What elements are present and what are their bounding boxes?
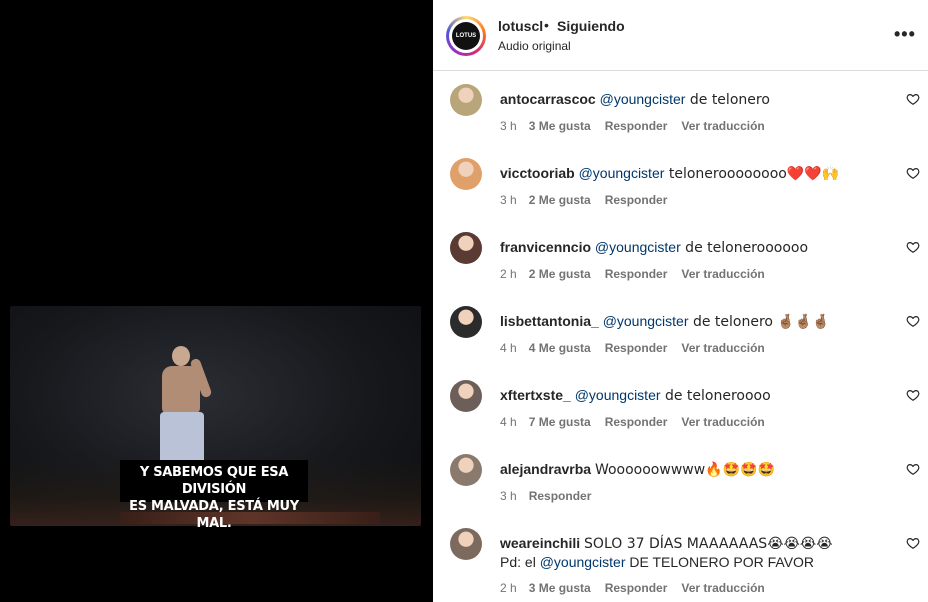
translate-button[interactable]: Ver traducción (681, 415, 764, 429)
profile-username[interactable]: lotuscl (498, 18, 543, 34)
video-pane[interactable]: Y SABEMOS QUE ESA DIVISIÓN ES MALVADA, E… (0, 0, 433, 602)
comment-item: alejandravrba Woooooowwww🔥🤩🤩🤩 3 h Respond… (433, 454, 928, 528)
comment-time: 4 h (500, 341, 517, 355)
translate-button[interactable]: Ver traducción (681, 341, 764, 355)
video-subtitle: Y SABEMOS QUE ESA DIVISIÓN ES MALVADA, E… (120, 460, 308, 531)
comment-body: SOLO 37 DÍAS MAAAAAAS😭😭😭😭 (584, 536, 833, 552)
comment-meta: 4 h 7 Me gusta Responder Ver traducción (500, 415, 765, 429)
reply-button[interactable]: Responder (529, 489, 592, 503)
heart-icon[interactable] (906, 388, 920, 402)
comment-body: Woooooowwww🔥🤩🤩🤩 (594, 462, 775, 478)
comment-likes[interactable]: 3 Me gusta (529, 581, 591, 595)
translate-button[interactable]: Ver traducción (681, 119, 764, 133)
commenter-avatar[interactable] (450, 306, 482, 338)
heart-icon[interactable] (906, 314, 920, 328)
comment-mention[interactable]: @youngcister (595, 239, 681, 255)
commenter-username[interactable]: antocarrascoc (500, 91, 596, 107)
comment-mention[interactable]: @youngcister (540, 554, 626, 570)
comment-text: vicctooriab @youngcister teloneroooooooo… (500, 164, 900, 183)
follow-status-button[interactable]: Siguiendo (557, 18, 625, 34)
commenter-username[interactable]: lisbettantonia_ (500, 313, 599, 329)
reply-button[interactable]: Responder (605, 581, 668, 595)
reply-button[interactable]: Responder (605, 193, 668, 207)
heart-icon[interactable] (906, 240, 920, 254)
comment-item: antocarrascoc @youngcister de telonero 3… (433, 84, 928, 158)
comment-body: de teloneroooo (660, 388, 771, 404)
comment-text: alejandravrba Woooooowwww🔥🤩🤩🤩 (500, 460, 900, 479)
comment-item: weareinchili SOLO 37 DÍAS MAAAAAAS😭😭😭😭 P… (433, 528, 928, 602)
comment-text: antocarrascoc @youngcister de telonero (500, 90, 900, 109)
commenter-username[interactable]: alejandravrba (500, 461, 591, 477)
comment-mention[interactable]: @youngcister (575, 387, 661, 403)
comment-body: teloneroooooooo❤️❤️🙌 (664, 166, 840, 182)
commenter-username[interactable]: weareinchili (500, 535, 580, 551)
comment-meta: 3 h 2 Me gusta Responder (500, 193, 681, 207)
comment-meta: 3 h Responder (500, 489, 605, 503)
profile-avatar[interactable]: LOTUS (446, 16, 486, 56)
commenter-avatar[interactable] (450, 232, 482, 264)
commenter-avatar[interactable] (450, 84, 482, 116)
comment-meta: 2 h 2 Me gusta Responder Ver traducción (500, 267, 765, 281)
comment-meta: 2 h 3 Me gusta Responder Ver traducción (500, 581, 765, 595)
comment-mention[interactable]: @youngcister (600, 91, 686, 107)
comment-time: 3 h (500, 193, 517, 207)
reply-button[interactable]: Responder (605, 267, 668, 281)
comment-mention[interactable]: @youngcister (579, 165, 665, 181)
comment-item: vicctooriab @youngcister teloneroooooooo… (433, 158, 928, 232)
heart-icon[interactable] (906, 92, 920, 106)
heart-icon[interactable] (906, 166, 920, 180)
comment-text: lisbettantonia_ @youngcister de telonero… (500, 312, 900, 331)
commenter-username[interactable]: franvicenncio (500, 239, 591, 255)
comment-time: 2 h (500, 581, 517, 595)
comment-time: 3 h (500, 119, 517, 133)
more-options-icon[interactable]: ••• (894, 24, 916, 45)
post-header: LOTUS lotuscl • Siguiendo Audio original… (433, 0, 928, 71)
comment-text: franvicenncio @youngcister de telonerooo… (500, 238, 900, 257)
comment-body: de telonero (685, 92, 770, 108)
heart-icon[interactable] (906, 536, 920, 550)
comment-item: franvicenncio @youngcister de telonerooo… (433, 232, 928, 306)
comment-body: de teloneroooooo (680, 240, 809, 256)
comment-body-continued: DE TELONERO POR FAVOR (625, 554, 815, 570)
translate-button[interactable]: Ver traducción (681, 581, 764, 595)
comment-time: 2 h (500, 267, 517, 281)
comment-item: xftertxste_ @youngcister de teloneroooo … (433, 380, 928, 454)
heart-icon[interactable] (906, 462, 920, 476)
comment-text: xftertxste_ @youngcister de teloneroooo (500, 386, 900, 405)
comment-likes[interactable]: 4 Me gusta (529, 341, 591, 355)
commenter-avatar[interactable] (450, 158, 482, 190)
commenter-username[interactable]: vicctooriab (500, 165, 575, 181)
comments-panel: LOTUS lotuscl • Siguiendo Audio original… (433, 0, 928, 602)
comment-item: lisbettantonia_ @youngcister de telonero… (433, 306, 928, 380)
comment-time: 4 h (500, 415, 517, 429)
comment-meta: 3 h 3 Me gusta Responder Ver traducción (500, 119, 765, 133)
commenter-avatar[interactable] (450, 380, 482, 412)
header-separator: • (544, 17, 549, 33)
comment-likes[interactable]: 2 Me gusta (529, 267, 591, 281)
subtitle-line-2: ES MALVADA, ESTÁ MUY MAL. (129, 499, 299, 531)
comment-time: 3 h (500, 489, 517, 503)
comment-likes[interactable]: 3 Me gusta (529, 119, 591, 133)
comment-body-prefix: Pd: el (500, 554, 540, 570)
comment-meta: 4 h 4 Me gusta Responder Ver traducción (500, 341, 765, 355)
reply-button[interactable]: Responder (605, 341, 668, 355)
commenter-avatar[interactable] (450, 454, 482, 486)
commenter-username[interactable]: xftertxste_ (500, 387, 571, 403)
commenter-avatar[interactable] (450, 528, 482, 560)
subtitle-line-1: Y SABEMOS QUE ESA DIVISIÓN (139, 465, 289, 497)
reply-button[interactable]: Responder (605, 119, 668, 133)
comment-mention[interactable]: @youngcister (603, 313, 689, 329)
comment-likes[interactable]: 2 Me gusta (529, 193, 591, 207)
comment-text: weareinchili SOLO 37 DÍAS MAAAAAAS😭😭😭😭 P… (500, 534, 900, 571)
reply-button[interactable]: Responder (605, 415, 668, 429)
translate-button[interactable]: Ver traducción (681, 267, 764, 281)
comment-body: de telonero 🤞🏽🤞🏽🤞🏽 (688, 314, 830, 330)
comment-likes[interactable]: 7 Me gusta (529, 415, 591, 429)
audio-link[interactable]: Audio original (498, 39, 571, 53)
lotus-logo: LOTUS (452, 22, 480, 50)
